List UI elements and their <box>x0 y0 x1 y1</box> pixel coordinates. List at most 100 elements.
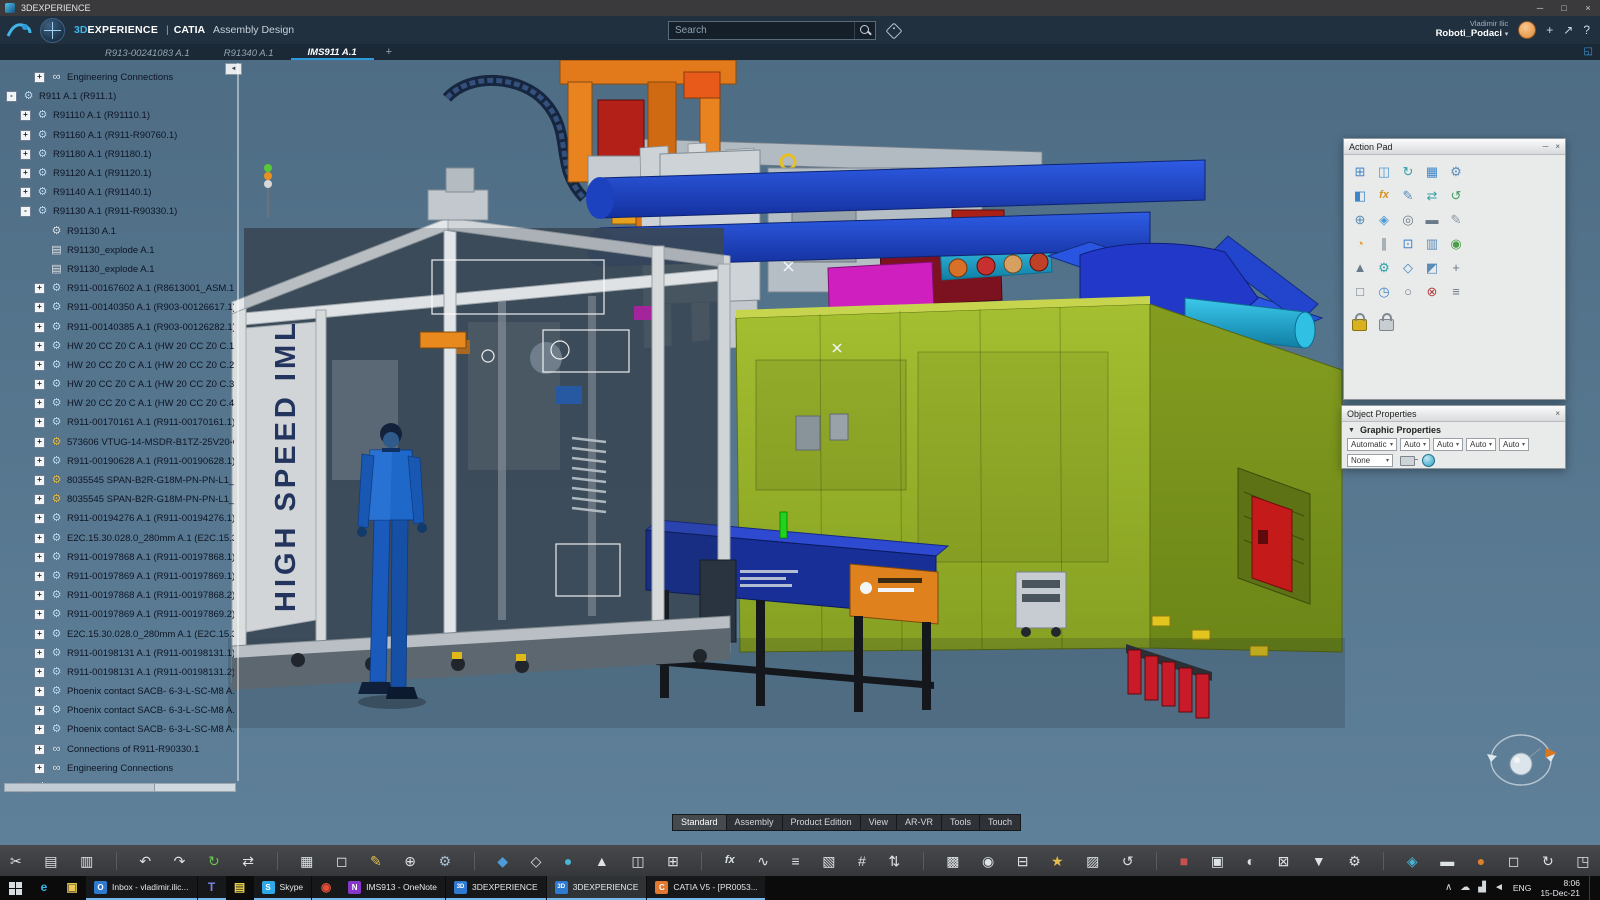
share-icon[interactable]: ↗ <box>1563 24 1573 36</box>
action-pad-icon[interactable]: ◎ <box>1397 208 1419 230</box>
tree-expander[interactable]: + <box>34 513 45 524</box>
tree-item[interactable]: +⚙R91130 A.1 <box>0 222 234 241</box>
document-tab[interactable]: IMS911 A.1 <box>291 44 374 60</box>
taskbar-skype[interactable]: SSkype <box>254 876 312 900</box>
taskbar-file-explorer[interactable]: ▣ <box>58 876 86 900</box>
tree-item[interactable]: +⚙R911-00140350 A.1 (R903-00126617.1) <box>0 298 234 317</box>
material-sphere-icon[interactable] <box>1422 454 1435 467</box>
toolbar-icon[interactable]: ▲ <box>595 854 609 868</box>
action-pad-icon[interactable]: ≡ <box>1445 280 1467 302</box>
action-pad-icon[interactable]: + <box>1445 256 1467 278</box>
tree-expander[interactable]: + <box>34 571 45 582</box>
tree-item[interactable]: +⚙R911-00198131 A.1 (R911-00198131.1) <box>0 644 234 663</box>
toolbar-icon[interactable]: ◳ <box>1576 854 1589 868</box>
graphic-prop-select[interactable]: Auto▾ <box>1433 438 1463 451</box>
exchange-icon[interactable]: ⇄ <box>242 854 254 868</box>
toolbar-icon[interactable]: ◇ <box>531 854 542 868</box>
action-pad-icon[interactable]: ◩ <box>1421 256 1443 278</box>
tag-icon[interactable] <box>886 22 903 39</box>
tree-expander[interactable]: - <box>20 206 31 217</box>
close-button[interactable]: × <box>1576 0 1600 16</box>
toolbar-icon[interactable]: ◈ <box>1407 854 1418 868</box>
action-pad-icon[interactable]: ✎ <box>1445 208 1467 230</box>
ribbon-tab-assembly[interactable]: Assembly <box>726 814 782 831</box>
tree-item[interactable]: +▤R91130_explode A.1 <box>0 241 234 260</box>
taskbar-3dexperience-2[interactable]: 3D3DEXPERIENCE <box>547 876 647 900</box>
tree-expander[interactable]: + <box>34 456 45 467</box>
toolbar-icon[interactable]: ★ <box>1051 854 1064 868</box>
search-input[interactable] <box>669 25 854 36</box>
tree-item[interactable]: +⚙R911-00198131 A.1 (R911-00198131.2) <box>0 663 234 682</box>
ribbon-tab-touch[interactable]: Touch <box>979 814 1021 831</box>
tree-expander[interactable]: + <box>34 629 45 640</box>
tree-collapse-button[interactable]: ◄ <box>225 63 242 75</box>
tree-splitter[interactable] <box>237 63 239 781</box>
user-block[interactable]: Vladimir Ilic Roboti_Podaci ▾ <box>1436 20 1509 40</box>
graphic-prop-select[interactable]: Auto▾ <box>1466 438 1496 451</box>
tree-expander[interactable]: + <box>34 533 45 544</box>
tree-expander[interactable]: + <box>34 341 45 352</box>
formula-icon[interactable]: fx <box>725 855 735 866</box>
tree-expander[interactable]: - <box>6 91 17 102</box>
tray-cloud-icon[interactable]: ☁ <box>1460 883 1470 893</box>
action-pad-icon[interactable]: ○ <box>1397 280 1419 302</box>
tree-expander[interactable]: + <box>34 686 45 697</box>
action-pad-icon[interactable]: ◇ <box>1397 256 1419 278</box>
tree-expander[interactable]: + <box>34 475 45 486</box>
tree-expander[interactable]: + <box>34 609 45 620</box>
toolbar-icon[interactable]: ▨ <box>1086 854 1099 868</box>
tree-expander[interactable]: + <box>34 667 45 678</box>
tree-item[interactable]: +⚙R911-00197868 A.1 (R911-00197868.2) <box>0 586 234 605</box>
ribbon-tab-ar-vr[interactable]: AR-VR <box>896 814 941 831</box>
toolbar-icon[interactable]: ◻ <box>336 854 348 868</box>
action-pad-icon[interactable]: ⊡ <box>1397 232 1419 254</box>
tree-expander[interactable]: + <box>34 437 45 448</box>
tree-item[interactable]: +⚙573606 VTUG-14-MSDR-B1TZ-25V20-Q <box>0 433 234 452</box>
toolbar-icon[interactable]: ⇅ <box>888 854 900 868</box>
action-pad-icon[interactable]: ⊗ <box>1421 280 1443 302</box>
document-tab[interactable]: R91340 A.1 <box>207 44 291 60</box>
action-pad-icon[interactable]: ◉ <box>1445 232 1467 254</box>
tree-expander[interactable]: + <box>34 494 45 505</box>
tree-expander[interactable]: + <box>34 417 45 428</box>
action-pad-icon[interactable]: ⊞ <box>1349 160 1371 182</box>
tree-item[interactable]: +⚙R911-00167602 A.1 (R8613001_ASM.1) <box>0 279 234 298</box>
toolbar-icon[interactable]: ● <box>564 854 572 868</box>
lock-icon[interactable] <box>1352 319 1367 331</box>
action-pad-icon[interactable]: ◷ <box>1373 280 1395 302</box>
action-pad-icon[interactable]: ⚙ <box>1373 256 1395 278</box>
tree-item[interactable]: +∞Engineering Connections <box>0 759 234 778</box>
tree-expander[interactable]: + <box>34 705 45 716</box>
action-pad-icon[interactable]: ∥ <box>1373 232 1395 254</box>
tree-item[interactable]: +⚙R91110 A.1 (R91110.1) <box>0 106 234 125</box>
action-pad-titlebar[interactable]: Action Pad ─ × <box>1344 139 1565 155</box>
toolbar-icon[interactable]: ▦ <box>300 854 313 868</box>
tree-scrollbar[interactable] <box>4 783 236 792</box>
language-indicator[interactable]: ENG <box>1513 883 1531 893</box>
taskbar-3dexperience-1[interactable]: 3D3DEXPERIENCE <box>446 876 546 900</box>
action-pad-icon[interactable]: ⇄ <box>1421 184 1443 206</box>
tree-expander[interactable]: + <box>34 302 45 313</box>
ribbon-tab-tools[interactable]: Tools <box>941 814 979 831</box>
tree-item[interactable]: +⚙E2C.15.30.028.0_280mm A.1 (E2C.15.30.0 <box>0 529 234 548</box>
taskbar-sticky-notes[interactable]: ▤ <box>226 876 254 900</box>
taskbar-catia-v5[interactable]: CCATIA V5 - [PR0053... <box>647 876 765 900</box>
action-pad-icon[interactable]: ▦ <box>1421 160 1443 182</box>
action-pad-icon[interactable]: fx <box>1373 184 1395 206</box>
toolbar-icon[interactable]: ▩ <box>946 854 959 868</box>
paste-icon[interactable]: ▥ <box>80 854 93 868</box>
toolbar-icon[interactable]: ◆ <box>497 854 508 868</box>
tree-item[interactable]: +⚙R91160 A.1 (R911-R90760.1) <box>0 126 234 145</box>
scrollbar-thumb[interactable] <box>5 784 155 791</box>
tray-network-icon[interactable]: ▟ <box>1478 883 1486 893</box>
toolbar-icon[interactable]: ≡ <box>792 854 800 868</box>
toolbar-icon[interactable]: ⊞ <box>667 854 679 868</box>
tree-item[interactable]: +⚙HW 20 CC Z0 C A.1 (HW 20 CC Z0 C.4) <box>0 394 234 413</box>
tree-item[interactable]: +∞Connections of R911-R90330.1 <box>0 740 234 759</box>
toolbar-icon[interactable]: ◉ <box>982 854 994 868</box>
tree-item[interactable]: +⚙Phoenix contact SACB- 6-3-L-SC-M8 A.1 … <box>0 682 234 701</box>
tree-item[interactable]: +⚙R911-00190628 A.1 (R911-00190628.1) <box>0 452 234 471</box>
graphic-prop-select[interactable]: Auto▾ <box>1400 438 1430 451</box>
action-pad-icon[interactable]: ◫ <box>1373 160 1395 182</box>
toolbar-icon[interactable]: ◐ <box>1247 854 1255 868</box>
